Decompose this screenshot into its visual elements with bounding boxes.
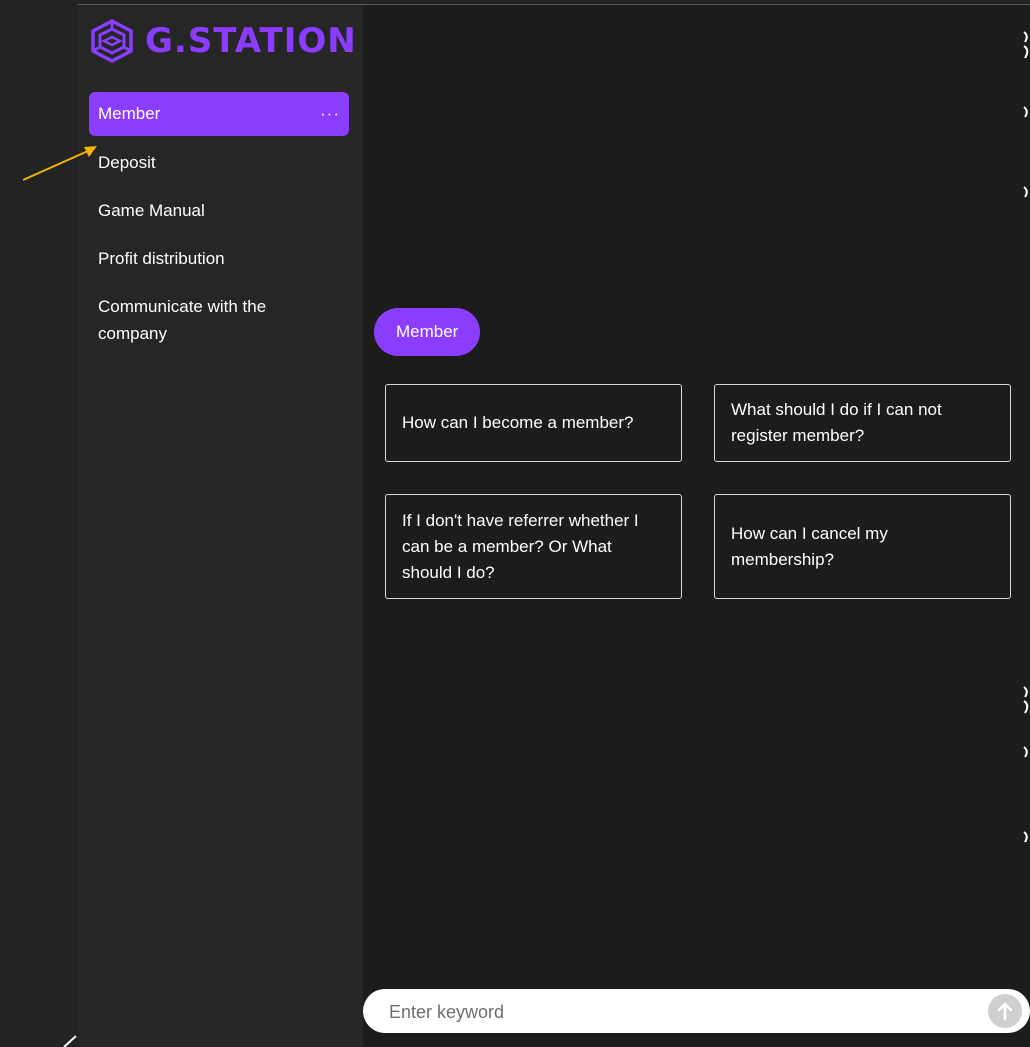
edge-mark-icon [1023,686,1029,714]
edge-mark-icon [1023,31,1029,59]
sidebar-item-member[interactable]: Member ··· [89,92,349,136]
sidebar-item-label: Communicate with the company [98,297,267,343]
hexagon-gamepad-logo-icon [91,19,133,63]
chat-panel: Member How can I become a member? What s… [363,5,1030,1047]
brand-name: G.STATION [145,21,357,61]
sidebar-item-label: Deposit [98,153,156,172]
send-button[interactable] [988,994,1022,1028]
sidebar-item-profit-distribution[interactable]: Profit distribution [89,245,349,272]
sidebar: G.STATION Member ··· Deposit Game Manual… [78,5,363,1047]
sidebar-item-communicate[interactable]: Communicate with the company [89,293,289,347]
edge-mark-icon [1023,831,1028,843]
question-card-1[interactable]: How can I become a member? [385,384,682,462]
search-input[interactable] [387,989,971,1035]
sidebar-item-deposit[interactable]: Deposit [89,149,349,176]
sidebar-item-game-manual[interactable]: Game Manual [89,197,349,224]
question-card-4[interactable]: How can I cancel my membership? [714,494,1011,599]
sidebar-item-label: Game Manual [98,201,205,220]
question-card-2[interactable]: What should I do if I can not register m… [714,384,1011,462]
search-bar [363,989,1030,1035]
question-text: How can I cancel my membership? [731,523,888,569]
left-gutter [0,0,78,1047]
question-card-3[interactable]: If I don't have referrer whether I can b… [385,494,682,599]
brand-logo[interactable]: G.STATION [89,19,357,63]
question-text: What should I do if I can not register m… [731,400,942,445]
more-options-icon[interactable]: ··· [320,92,340,136]
arrow-up-icon [997,1002,1013,1021]
topic-chip: Member [374,308,481,356]
edge-mark-icon [1023,106,1028,118]
edge-mark-icon [1023,746,1028,758]
question-text: How can I become a member? [402,413,634,432]
question-text: If I don't have referrer whether I can b… [402,510,639,582]
sidebar-menu: Member ··· Deposit Game Manual Profit di… [89,92,349,368]
edge-mark-icon [1023,186,1028,198]
sidebar-item-label: Member [98,104,161,123]
sidebar-item-label: Profit distribution [98,249,225,268]
